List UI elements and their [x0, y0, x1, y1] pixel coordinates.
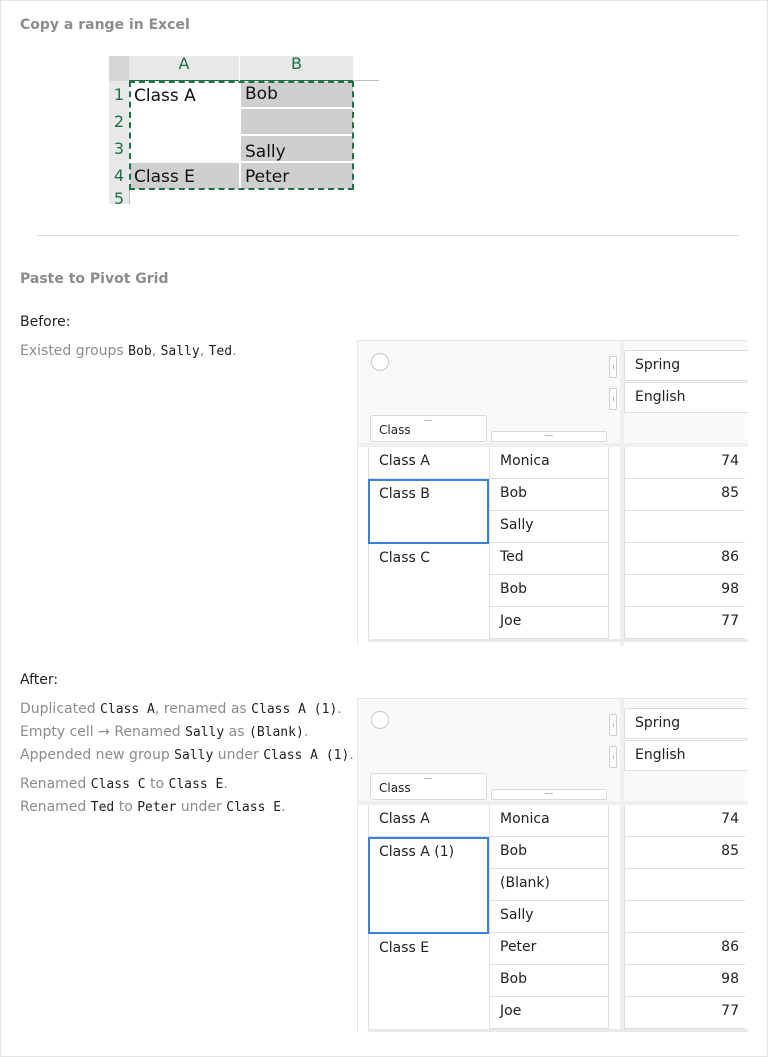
pivot-value-cell[interactable]: 85: [624, 479, 745, 511]
pivot-row-field-class[interactable]: Class: [370, 773, 487, 800]
pivot-value-cell[interactable]: 74: [624, 447, 745, 479]
pivot-value-cell[interactable]: 77: [624, 607, 745, 639]
pivot-value-cell[interactable]: 74: [624, 805, 745, 837]
pivot-value-cell[interactable]: 77: [624, 997, 745, 1029]
pivot-scrollbar[interactable]: [368, 1029, 748, 1032]
excel-corner[interactable]: [109, 56, 129, 81]
pivot-name-cell[interactable]: Bob: [489, 965, 609, 997]
section-divider: [37, 235, 739, 236]
pivot-name-cell[interactable]: Joe: [489, 997, 609, 1029]
excel-col-header-b[interactable]: B: [240, 56, 353, 82]
pivot-class-cell-selected[interactable]: Class B: [368, 479, 489, 544]
pivot-class-cell-selected[interactable]: Class A (1): [368, 837, 489, 934]
excel-row-header-2[interactable]: 2: [109, 108, 130, 135]
pivot-value-cell[interactable]: [624, 901, 745, 933]
pivot-value-cell[interactable]: 86: [624, 933, 745, 965]
pivot-select-radio[interactable]: [371, 711, 389, 729]
pivot-name-cell[interactable]: Bob: [489, 479, 609, 511]
pivot-col-header-spring[interactable]: Spring: [624, 708, 748, 739]
after-note-1: Duplicated Class A, renamed as Class A (…: [20, 701, 342, 717]
pivot-name-cell[interactable]: Bob: [489, 837, 609, 869]
pivot-col-header-spring[interactable]: Spring: [624, 350, 748, 381]
pivot-class-cell[interactable]: Class C: [368, 544, 489, 640]
before-label: Before:: [20, 314, 71, 330]
excel-col-header-c[interactable]: [354, 56, 379, 81]
section-title-copy: Copy a range in Excel: [20, 17, 190, 33]
excel-copy-marquee: [129, 81, 354, 190]
pivot-name-cell[interactable]: Ted: [489, 543, 609, 575]
pivot-name-cell[interactable]: Joe: [489, 607, 609, 639]
pivot-row-field-name[interactable]: [491, 431, 607, 442]
pivot-name-cell[interactable]: Peter: [489, 933, 609, 965]
pivot-name-cell[interactable]: (Blank): [489, 869, 609, 901]
pivot-class-cell[interactable]: Class A: [368, 447, 489, 479]
after-label: After:: [20, 672, 59, 688]
pivot-drag-handle[interactable]: [609, 714, 617, 736]
pivot-value-cell[interactable]: 86: [624, 543, 745, 575]
pivot-row-field-class[interactable]: Class: [370, 415, 487, 442]
excel-row-header-5[interactable]: 5: [109, 189, 130, 204]
pivot-name-cell[interactable]: Bob: [489, 575, 609, 607]
pivot-class-cell[interactable]: Class E: [368, 934, 489, 1030]
excel-col-header-a[interactable]: A: [129, 56, 239, 82]
pivot-row-field-name[interactable]: [491, 789, 607, 800]
pivot-drag-handle[interactable]: [609, 388, 617, 410]
pivot-grid-after: Spring English Class Class A Class A (1)…: [357, 698, 748, 1032]
pivot-col-header-english[interactable]: English: [624, 382, 748, 413]
after-note-5: Renamed Ted to Peter under Class E.: [20, 799, 286, 815]
pivot-value-cell[interactable]: 98: [624, 575, 745, 607]
before-description: Existed groups Bob, Sally, Ted.: [20, 343, 237, 359]
excel-row-header-4[interactable]: 4: [109, 162, 130, 189]
after-note-2: Empty cell → Renamed Sally as (Blank).: [20, 724, 309, 740]
excel-range-preview: A B 1 2 3 4 5 Class A Bob Sally Class E …: [109, 56, 379, 204]
pivot-name-cell[interactable]: Sally: [489, 511, 609, 543]
pivot-select-radio[interactable]: [371, 353, 389, 371]
pivot-value-cell[interactable]: 98: [624, 965, 745, 997]
after-note-4: Renamed Class C to Class E.: [20, 776, 228, 792]
excel-row-header-1[interactable]: 1: [109, 81, 130, 108]
pivot-drag-handle[interactable]: [609, 356, 617, 378]
after-description: Duplicated Class A, renamed as Class A (…: [20, 698, 354, 819]
pivot-name-cell[interactable]: Sally: [489, 901, 609, 933]
pivot-value-cell[interactable]: [624, 511, 745, 543]
pivot-name-cell[interactable]: Monica: [489, 805, 609, 837]
pivot-value-cell[interactable]: 85: [624, 837, 745, 869]
excel-row-header-3[interactable]: 3: [109, 135, 130, 162]
pivot-value-cell[interactable]: [624, 869, 745, 901]
pivot-col-header-english[interactable]: English: [624, 740, 748, 771]
pivot-class-cell[interactable]: Class A: [368, 805, 489, 837]
pivot-drag-handle[interactable]: [609, 746, 617, 768]
after-note-3: Appended new group Sally under Class A (…: [20, 747, 354, 763]
pivot-scrollbar[interactable]: [368, 639, 748, 642]
section-title-paste: Paste to Pivot Grid: [20, 271, 169, 287]
pivot-name-cell[interactable]: Monica: [489, 447, 609, 479]
pivot-grid-before: Spring English Class Class A Class B Cla…: [357, 340, 748, 646]
